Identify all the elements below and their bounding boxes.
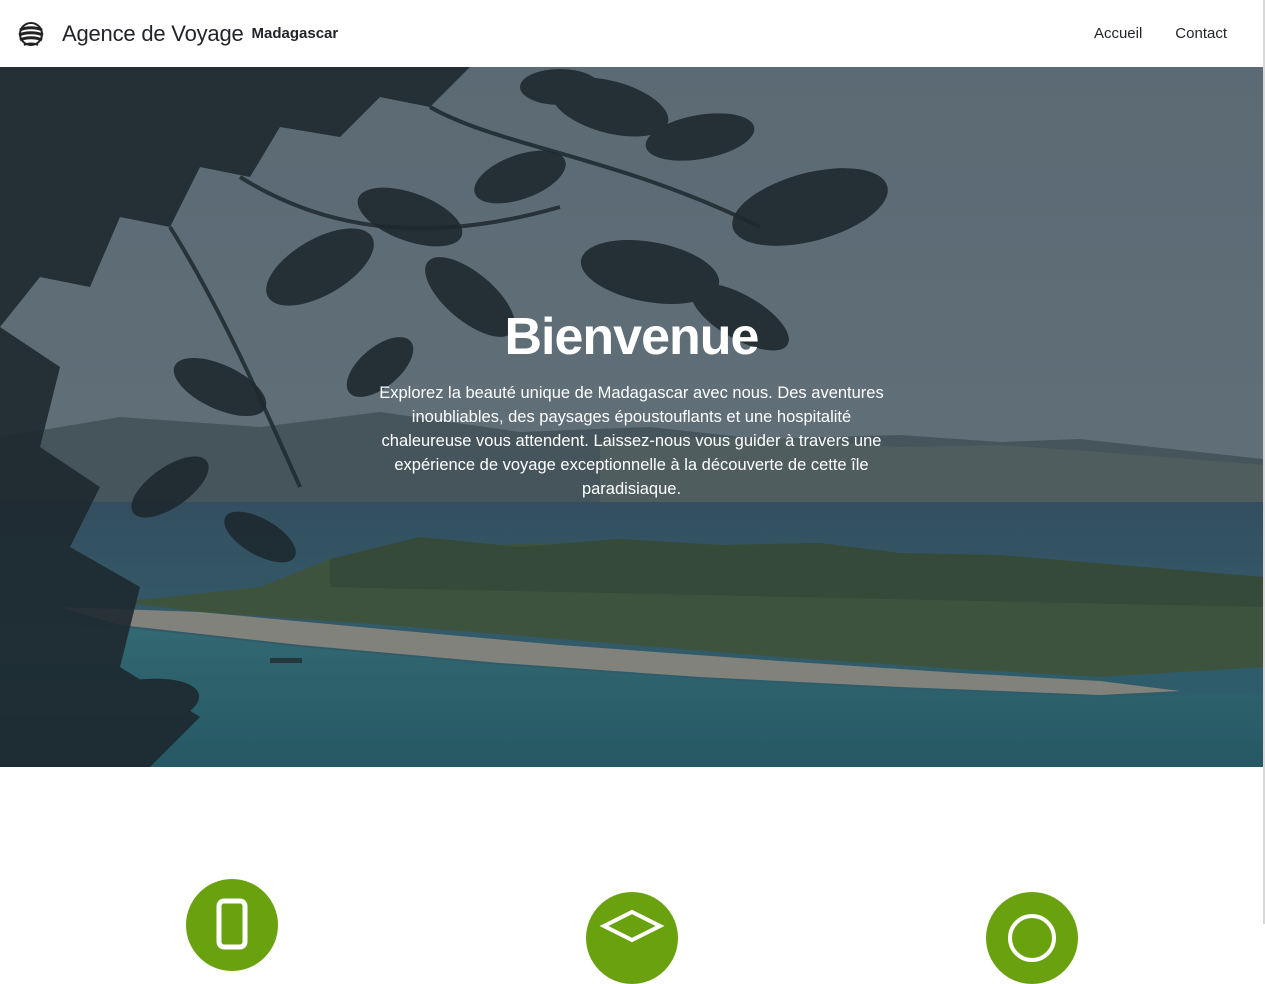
nav-link-accueil[interactable]: Accueil (1094, 25, 1142, 42)
nav-menu: Accueil Contact (1061, 0, 1227, 67)
nav-link-contact[interactable]: Contact (1175, 25, 1227, 42)
service-circle-globe[interactable] (986, 892, 1078, 984)
hero-content: Bienvenue Explorez la beauté unique de M… (0, 307, 1263, 501)
hero-description: Explorez la beauté unique de Madagascar … (379, 384, 884, 498)
phone-icon (216, 898, 248, 950)
navbar: Agence de Voyage Madagascar Accueil Cont… (0, 0, 1263, 67)
hero-title: Bienvenue (504, 308, 760, 366)
service-circle-education[interactable] (586, 892, 678, 984)
brand[interactable]: Agence de Voyage Madagascar (16, 19, 338, 49)
graduation-cap-icon (599, 909, 665, 943)
service-circle-phone[interactable] (186, 879, 278, 971)
brand-subtitle: Madagascar (251, 25, 339, 42)
brand-name: Agence de Voyage (62, 20, 244, 46)
globe-logo-icon (18, 21, 44, 46)
globe-icon (1008, 914, 1056, 962)
hero-banner: Bienvenue Explorez la beauté unique de M… (0, 67, 1263, 767)
services-section (0, 767, 1263, 984)
